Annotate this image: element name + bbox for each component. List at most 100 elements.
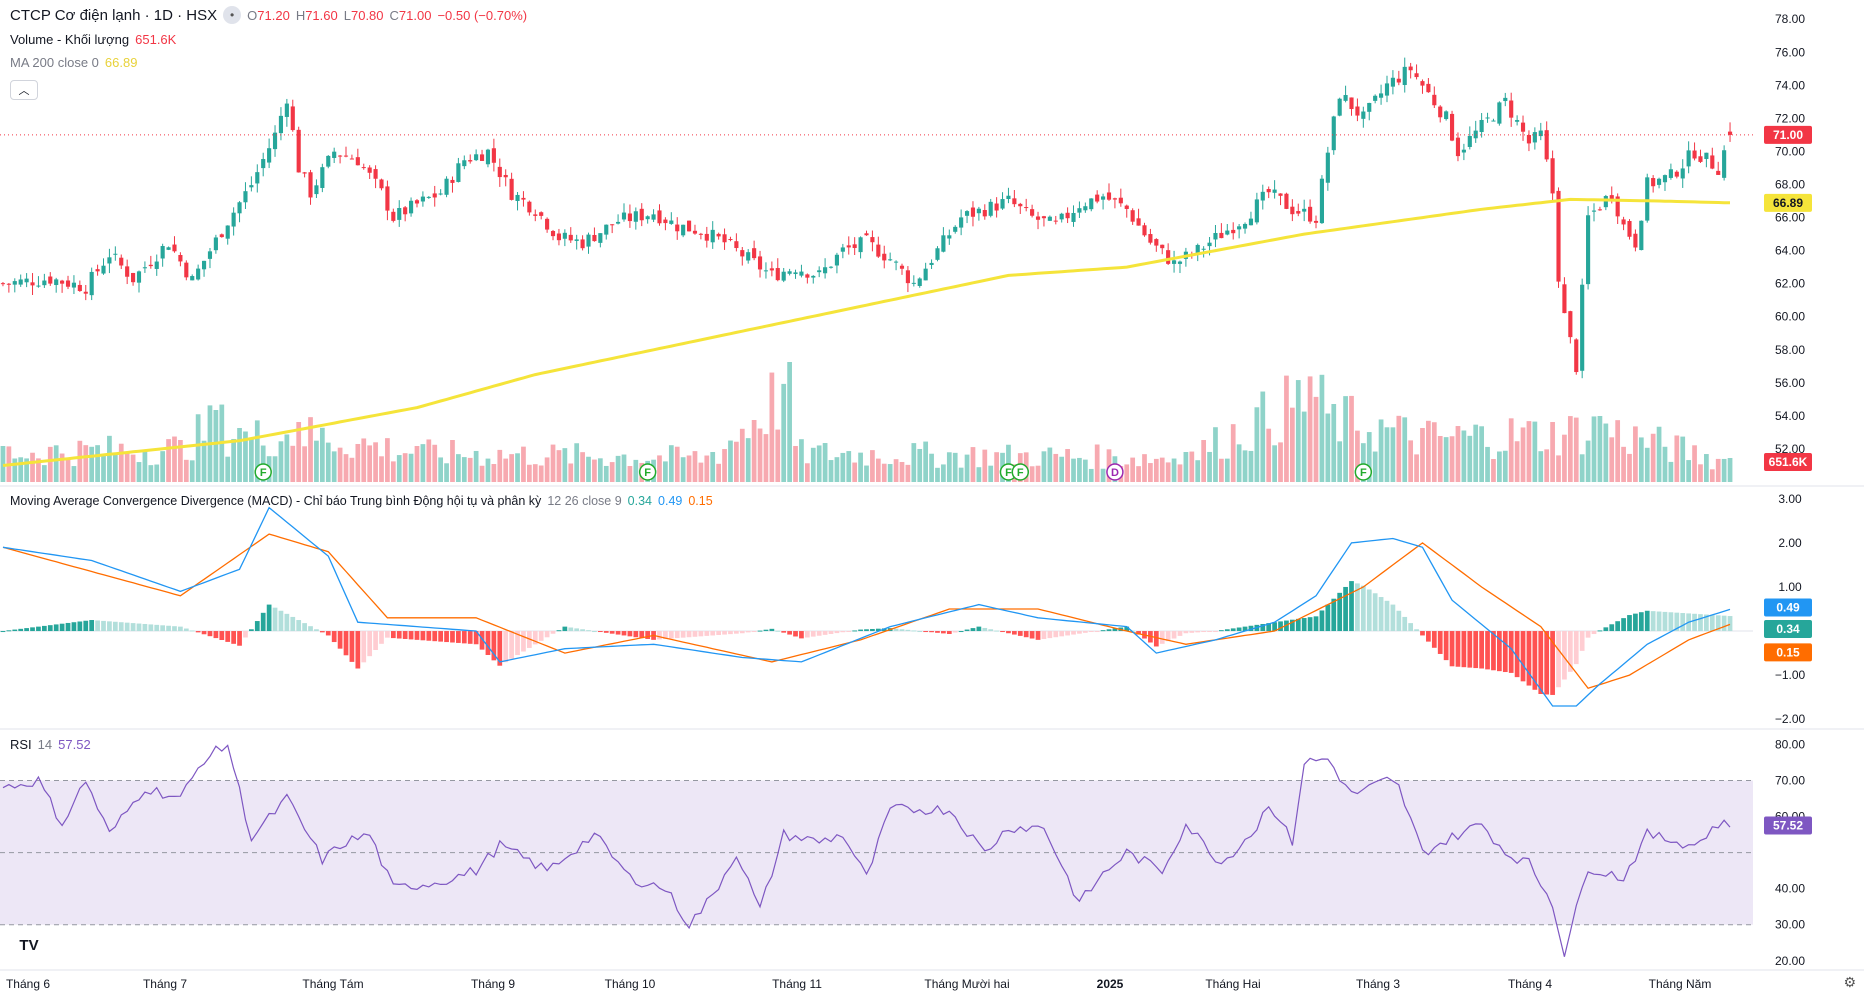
candle-body <box>663 219 668 224</box>
volume-bar <box>1550 422 1555 482</box>
volume-legend[interactable]: Volume - Khối lượng 651.6K <box>10 32 176 47</box>
volume-bar <box>952 452 958 482</box>
macd-tick-label: 1.00 <box>1778 580 1802 594</box>
symbol-legend: CTCP Cơ điện lạnh · 1D · HSX • O71.20 H7… <box>10 6 527 24</box>
time-axis-label: Tháng 6 <box>6 977 50 991</box>
volume-bar <box>302 446 307 482</box>
candle-body <box>556 233 562 241</box>
volume-bar <box>290 445 296 482</box>
macd-histogram-bar <box>633 631 639 638</box>
rsi-tick-label: 80.00 <box>1775 737 1805 751</box>
volume-bar <box>1473 424 1479 482</box>
candle-body <box>261 159 266 169</box>
candle-body <box>964 211 970 216</box>
candle-body <box>302 172 307 174</box>
price-tick-label: 70.00 <box>1775 144 1805 158</box>
macd-histogram-bar <box>645 631 651 639</box>
macd-histogram-bar <box>1307 617 1313 632</box>
candle-body <box>1160 244 1165 249</box>
candle-body <box>917 278 922 286</box>
macd-histogram-bar <box>864 629 869 632</box>
ma-legend[interactable]: MA 200 close 0 66.89 <box>10 55 137 70</box>
candle-body <box>604 224 609 235</box>
candle-body <box>119 257 124 266</box>
price-tick-label: 58.00 <box>1775 343 1805 357</box>
macd-histogram-bar <box>544 631 550 638</box>
candle-body <box>503 174 508 178</box>
volume-bar <box>763 434 769 482</box>
candle-body <box>201 260 207 270</box>
candle-body <box>710 229 715 243</box>
candle-body <box>42 280 47 286</box>
candle-body <box>30 282 35 286</box>
candle-body <box>1106 192 1112 200</box>
macd-histogram-bar <box>781 631 787 633</box>
candle-body <box>479 154 485 161</box>
volume-bar <box>89 446 95 482</box>
volume-bar <box>65 458 71 482</box>
volume-bar <box>1319 374 1325 482</box>
volume-bar <box>1094 444 1100 482</box>
event-marker-4[interactable]: F <box>1011 463 1030 481</box>
macd-histogram-bar <box>154 624 160 632</box>
volume-bar <box>1721 458 1727 482</box>
macd-histogram-bar <box>107 621 112 632</box>
macd-histogram-bar <box>337 631 343 649</box>
ohlc-low: L70.80 <box>343 7 384 23</box>
candle-body <box>1041 216 1047 219</box>
more-options-icon[interactable]: • <box>223 6 242 24</box>
volume-bar <box>881 463 887 482</box>
macd-histogram-bar <box>929 631 934 633</box>
macd-histogram-bar <box>739 631 745 634</box>
volume-bar <box>1124 464 1130 482</box>
time-axis-label: Tháng Mười hai <box>924 977 1009 991</box>
event-marker-6[interactable]: F <box>1354 463 1373 481</box>
candle-body <box>1083 206 1088 211</box>
candle-body <box>970 207 976 217</box>
volume-bar <box>1431 422 1437 482</box>
volume-bar <box>1260 391 1266 482</box>
rsi-legend[interactable]: RSI 14 57.52 <box>10 737 91 752</box>
macd-histogram-bar <box>1721 615 1727 632</box>
ma-legend-value: 66.89 <box>104 55 138 70</box>
candle-body <box>184 262 189 278</box>
volume-bar <box>154 464 160 482</box>
volume-bar <box>396 455 402 482</box>
candle-body <box>1177 261 1183 264</box>
macd-histogram-bar <box>183 628 189 632</box>
event-marker-label: D <box>1111 467 1119 479</box>
candle-body <box>864 233 869 236</box>
macd-histogram-bar <box>804 631 810 638</box>
macd-histogram-bar <box>556 630 562 632</box>
event-marker-1[interactable]: F <box>254 463 272 481</box>
tradingview-logo[interactable]: TV <box>12 932 46 958</box>
macd-legend-params: 12 26 close 9 <box>547 494 622 508</box>
macd-histogram-bar <box>1219 630 1224 632</box>
candle-body <box>1449 113 1455 141</box>
volume-bar <box>722 449 727 482</box>
candle-body <box>190 276 195 281</box>
gear-icon[interactable]: ⚙ <box>1843 974 1856 991</box>
event-marker-5[interactable]: D <box>1106 463 1124 481</box>
volume-bar <box>201 440 207 482</box>
symbol-title[interactable]: CTCP Cơ điện lạnh · 1D · HSX <box>10 7 217 24</box>
candle-body <box>1343 95 1348 101</box>
volume-bar <box>142 451 148 482</box>
volume-bar <box>509 454 514 482</box>
macd-histogram-bar <box>1402 616 1408 632</box>
price-tick-label: 62.00 <box>1775 277 1805 291</box>
macd-histogram-bar <box>385 631 390 638</box>
event-marker-2[interactable]: F <box>638 463 657 481</box>
macd-histogram-bar <box>1171 631 1177 639</box>
volume-bar <box>1650 433 1656 482</box>
macd-histogram-bar <box>444 631 449 643</box>
volume-bar <box>1159 457 1165 482</box>
volume-bar <box>586 456 591 482</box>
macd-histogram-bar <box>6 630 12 632</box>
candle-body <box>899 265 905 269</box>
collapse-legend-button[interactable]: ︿ <box>10 80 38 100</box>
macd-histogram-bar <box>1526 631 1532 686</box>
candle-body <box>1580 284 1585 371</box>
macd-legend[interactable]: Moving Average Convergence Divergence (M… <box>10 494 713 508</box>
macd-histogram-bar <box>314 629 319 632</box>
